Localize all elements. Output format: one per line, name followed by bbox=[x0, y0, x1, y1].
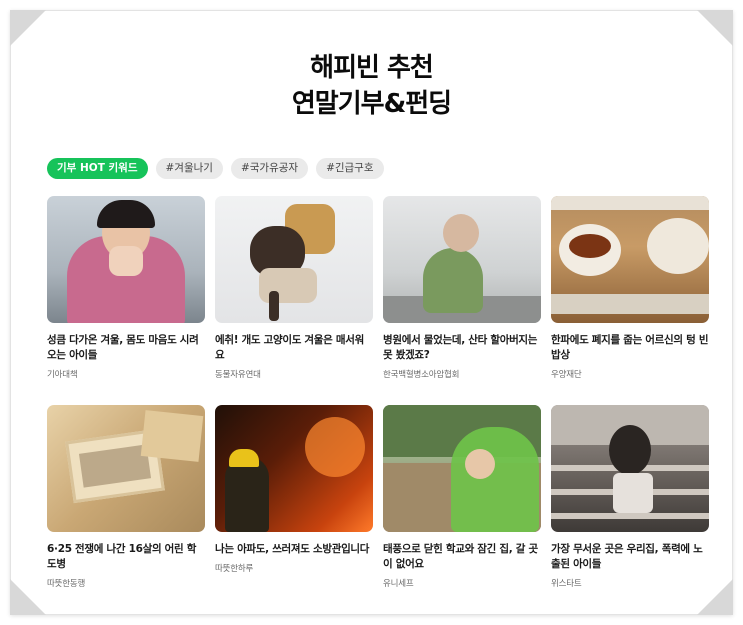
chip-hot-keyword[interactable]: 기부 HOT 키워드 bbox=[47, 158, 148, 179]
campaign-organization: 우양재단 bbox=[551, 370, 582, 380]
page-title: 해피빈 추천 연말기부&펀딩 bbox=[0, 50, 743, 122]
campaign-organization: 따뜻한동행 bbox=[47, 579, 86, 589]
corner-fold-bottom-left bbox=[10, 579, 46, 615]
campaign-thumbnail[interactable] bbox=[383, 405, 541, 532]
campaign-thumbnail[interactable] bbox=[215, 196, 373, 323]
campaign-organization: 위스타트 bbox=[551, 579, 582, 589]
campaign-thumbnail[interactable] bbox=[551, 405, 709, 532]
campaign-card[interactable]: 태풍으로 닫힌 학교와 잠긴 집, 갈 곳이 없어요 유니세프 bbox=[383, 405, 541, 589]
campaign-card[interactable]: 6·25 전쟁에 나간 16살의 어린 학도병 따뜻한동행 bbox=[47, 405, 205, 589]
campaign-thumbnail[interactable] bbox=[215, 405, 373, 532]
campaign-title[interactable]: 성큼 다가온 겨울, 몸도 마음도 시려오는 아이들 bbox=[47, 333, 205, 363]
campaign-organization: 한국백혈병소아암협회 bbox=[383, 370, 460, 380]
campaign-organization: 유니세프 bbox=[383, 579, 414, 589]
campaign-title[interactable]: 태풍으로 닫힌 학교와 잠긴 집, 갈 곳이 없어요 bbox=[383, 542, 541, 572]
campaign-card[interactable]: 성큼 다가온 겨울, 몸도 마음도 시려오는 아이들 기아대책 bbox=[47, 196, 205, 380]
campaign-card[interactable]: 나는 아파도, 쓰러져도 소방관입니다 따뜻한하루 bbox=[215, 405, 373, 574]
campaign-title[interactable]: 병원에서 물었는데, 산타 할아버지는 못 봤겠죠? bbox=[383, 333, 541, 363]
campaign-card[interactable]: 한파에도 폐지를 줍는 어르신의 텅 빈 밥상 우양재단 bbox=[551, 196, 709, 380]
campaign-organization: 동물자유연대 bbox=[215, 370, 261, 380]
corner-fold-top-right bbox=[697, 10, 733, 46]
campaign-thumbnail[interactable] bbox=[383, 196, 541, 323]
title-line-2: 연말기부&펀딩 bbox=[291, 89, 452, 119]
title-line-1: 해피빈 추천 bbox=[310, 53, 434, 83]
campaign-card[interactable]: 병원에서 물었는데, 산타 할아버지는 못 봤겠죠? 한국백혈병소아암협회 bbox=[383, 196, 541, 380]
keyword-chips: 기부 HOT 키워드 #겨울나기 #국가유공자 #긴급구호 bbox=[47, 158, 384, 179]
campaign-thumbnail[interactable] bbox=[47, 405, 205, 532]
campaign-organization: 기아대책 bbox=[47, 370, 78, 380]
campaign-title[interactable]: 6·25 전쟁에 나간 16살의 어린 학도병 bbox=[47, 542, 205, 572]
chip-emergency-relief[interactable]: #긴급구호 bbox=[316, 158, 384, 179]
chip-veterans[interactable]: #국가유공자 bbox=[230, 158, 309, 179]
chip-winter[interactable]: #겨울나기 bbox=[155, 158, 223, 179]
campaign-thumbnail[interactable] bbox=[551, 196, 709, 323]
campaign-title[interactable]: 나는 아파도, 쓰러져도 소방관입니다 bbox=[215, 542, 373, 557]
campaign-title[interactable]: 가장 무서운 곳은 우리집, 폭력에 노출된 아이들 bbox=[551, 542, 709, 572]
campaign-title[interactable]: 한파에도 폐지를 줍는 어르신의 텅 빈 밥상 bbox=[551, 333, 709, 363]
corner-fold-top-left bbox=[10, 10, 46, 46]
campaign-organization: 따뜻한하루 bbox=[215, 564, 254, 574]
campaign-title[interactable]: 에취! 개도 고양이도 겨울은 매서워요 bbox=[215, 333, 373, 363]
campaign-card[interactable]: 에취! 개도 고양이도 겨울은 매서워요 동물자유연대 bbox=[215, 196, 373, 380]
campaign-card[interactable]: 가장 무서운 곳은 우리집, 폭력에 노출된 아이들 위스타트 bbox=[551, 405, 709, 589]
campaign-thumbnail[interactable] bbox=[47, 196, 205, 323]
